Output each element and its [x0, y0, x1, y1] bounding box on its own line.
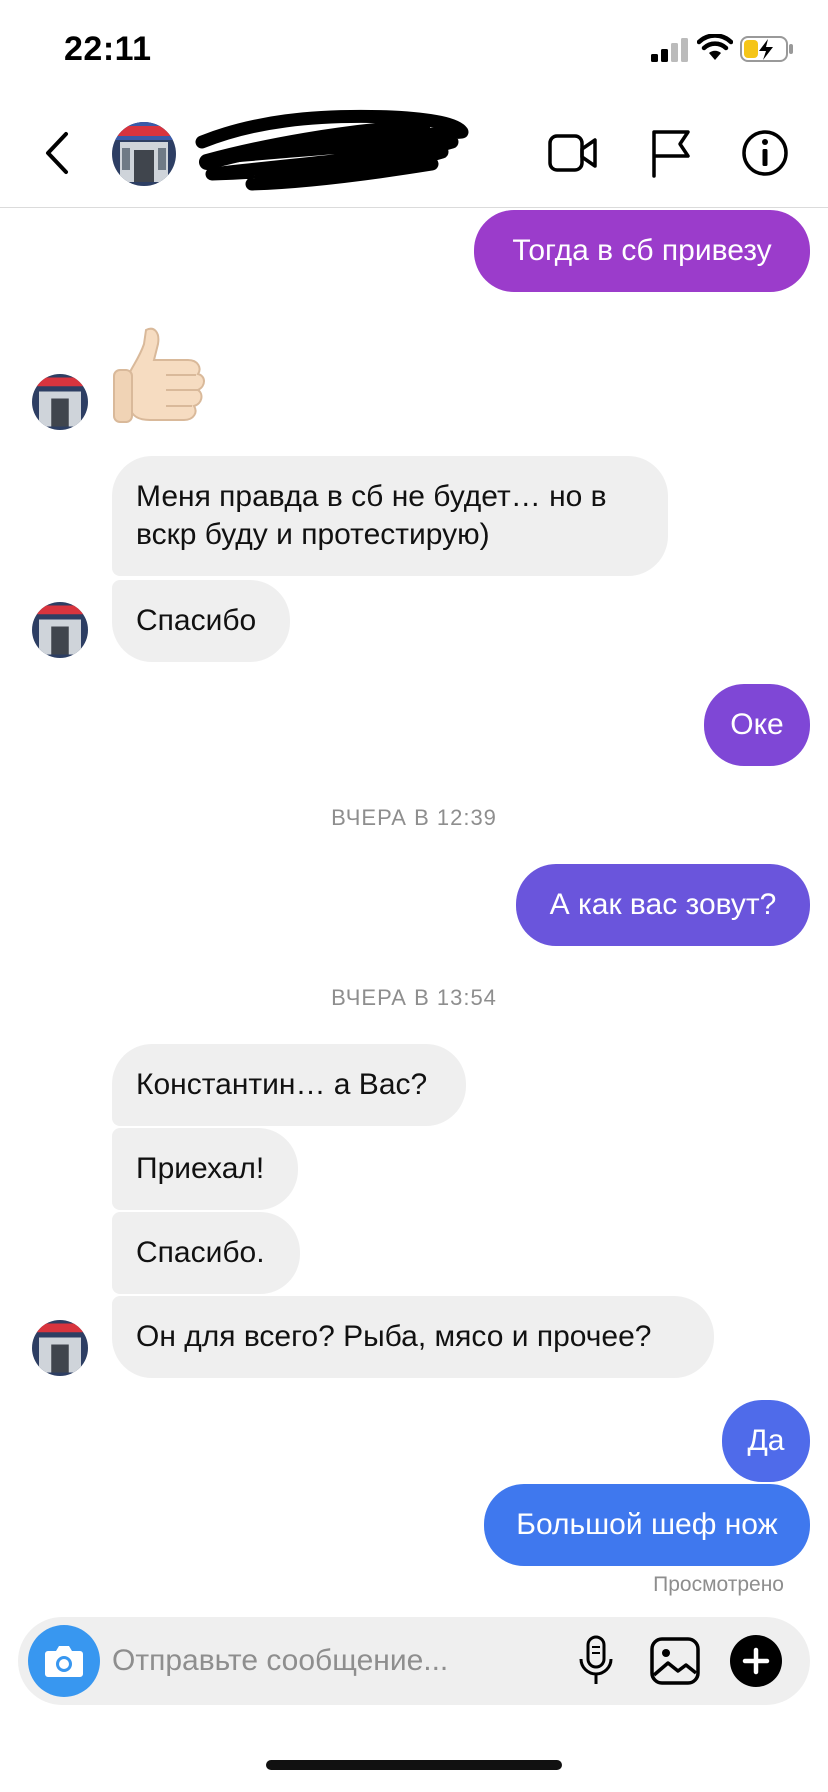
battery-icon — [740, 36, 793, 62]
outgoing-message[interactable]: Большой шеф нож — [484, 1484, 810, 1566]
cellular-signal-icon — [651, 38, 688, 62]
wifi-icon — [697, 34, 733, 60]
incoming-message[interactable]: Спасибо. — [112, 1212, 300, 1294]
outgoing-message[interactable]: Да — [722, 1400, 810, 1482]
outgoing-message[interactable]: А как вас зовут? — [516, 864, 810, 946]
message-input[interactable] — [112, 1617, 532, 1705]
date-separator: ВЧЕРА В 13:54 — [331, 985, 497, 1010]
incoming-message[interactable]: Спасибо — [112, 580, 290, 662]
plus-icon — [742, 1647, 770, 1675]
date-separator: ВЧЕРА В 12:39 — [331, 805, 497, 830]
camera-button[interactable] — [28, 1625, 100, 1697]
back-icon[interactable] — [38, 126, 74, 180]
redacted-username-scribble — [195, 109, 469, 191]
contact-avatar[interactable] — [112, 122, 176, 186]
video-call-icon[interactable] — [548, 130, 598, 176]
microphone-icon[interactable] — [576, 1635, 616, 1687]
sender-avatar — [32, 1320, 88, 1376]
incoming-message[interactable]: Меня правда в сб не будет… но в вскр буд… — [112, 456, 668, 576]
camera-icon — [45, 1646, 83, 1677]
more-options-button[interactable] — [730, 1635, 782, 1687]
home-indicator — [266, 1760, 562, 1770]
status-time: 22:11 — [64, 30, 152, 68]
info-icon[interactable] — [740, 128, 790, 178]
outgoing-message[interactable]: Тогда в сб привезу — [474, 210, 810, 292]
incoming-message[interactable]: Константин… а Вас? — [112, 1044, 466, 1126]
message-composer — [18, 1617, 810, 1705]
sender-avatar — [32, 602, 88, 658]
status-bar: 22:11 — [0, 0, 828, 100]
sender-avatar — [32, 374, 88, 430]
outgoing-message[interactable]: Оке — [704, 684, 810, 766]
incoming-message[interactable]: Приехал! — [112, 1128, 298, 1210]
thumbs-up-emoji[interactable] — [110, 320, 220, 430]
chat-header — [0, 100, 828, 208]
flag-icon[interactable] — [650, 128, 692, 178]
gallery-icon[interactable] — [650, 1637, 700, 1685]
seen-receipt: Просмотрено — [653, 1573, 784, 1596]
incoming-message[interactable]: Он для всего? Рыба, мясо и прочее? — [112, 1296, 714, 1378]
